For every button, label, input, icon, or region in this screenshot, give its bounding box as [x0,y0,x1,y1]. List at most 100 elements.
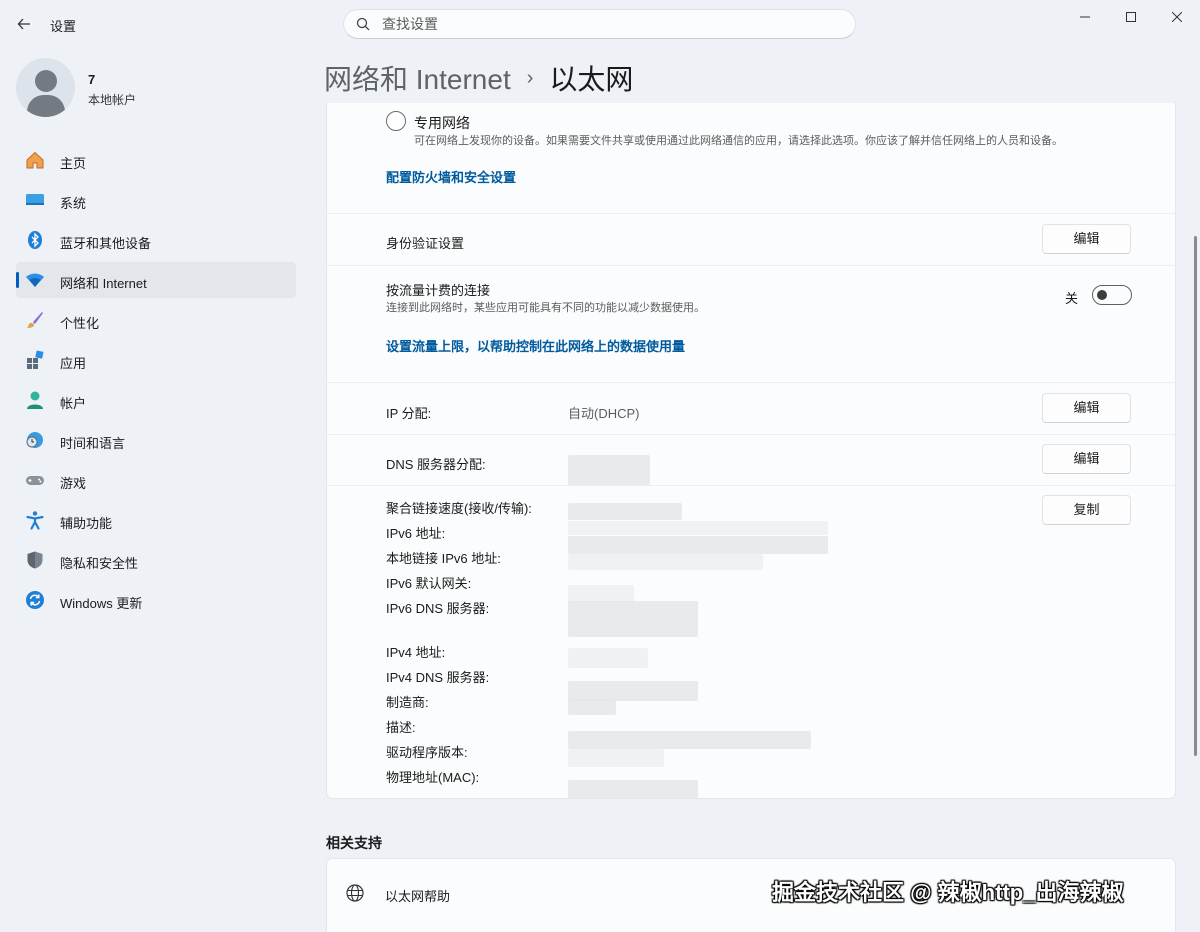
redacted-value [568,554,763,570]
profile-name: 7 [88,72,96,87]
back-button[interactable] [10,10,38,38]
app-title: 设置 [50,19,77,34]
ethernet-help-label: 以太网帮助 [385,889,451,904]
sidebar-item-accessibility[interactable]: 辅助功能 [16,502,296,538]
redacted-value [568,731,811,749]
sidebar-item-label: 主页 [60,156,87,171]
auth-settings-label: 身份验证设置 [386,236,465,251]
property-label: IPv6 地址: [386,526,446,541]
minimize-icon [1080,16,1090,18]
private-network-label: 专用网络 [414,115,470,131]
system-icon [26,194,44,205]
search-box[interactable] [343,9,856,39]
sidebar-item-network[interactable]: 网络和 Internet [16,262,296,298]
close-button[interactable] [1154,4,1200,30]
metered-connection-description: 连接到此网络时，某些应用可能具有不同的功能以减少数据使用。 [386,302,705,314]
property-label: 制造商: [386,695,429,710]
auth-edit-button[interactable]: 编辑 [1042,224,1131,254]
divider [327,434,1176,435]
property-label: 本地链接 IPv6 地址: [386,551,501,566]
sidebar-item-label: 个性化 [60,316,100,331]
ip-assignment-label: IP 分配: [386,406,432,421]
sidebar-item-time-language[interactable]: 时间和语言 [16,422,296,458]
sidebar-item-windows-update[interactable]: Windows 更新 [16,582,296,618]
property-label: IPv4 DNS 服务器: [386,670,490,685]
firewall-settings-link[interactable]: 配置防火墙和安全设置 [386,167,516,186]
sidebar-item-gaming[interactable]: 游戏 [16,462,296,498]
metered-toggle-state: 关 [1065,291,1079,306]
sidebar-item-label: Windows 更新 [60,596,143,611]
bluetooth-icon [28,231,42,249]
search-input[interactable] [382,14,842,34]
property-label: 描述: [386,720,416,735]
accessibility-icon [26,511,44,530]
sidebar-item-label: 蓝牙和其他设备 [60,236,152,251]
shield-icon [27,551,43,569]
back-arrow-icon [17,18,30,30]
sidebar-item-bluetooth[interactable]: 蓝牙和其他设备 [16,222,296,258]
sidebar-item-home[interactable]: 主页 [16,142,296,178]
maximize-button[interactable] [1108,4,1154,30]
redacted-value [568,780,698,798]
sidebar-item-label: 时间和语言 [60,436,126,451]
sidebar-item-personalization[interactable]: 个性化 [16,302,296,338]
search-icon [356,17,370,31]
private-network-radio[interactable] [386,111,406,131]
brush-icon [27,312,43,328]
avatar [16,58,75,117]
account-icon [27,391,43,409]
private-network-description: 可在网络上发现你的设备。如果需要文件共享或使用通过此网络通信的应用，请选择此选项… [414,135,1063,147]
minimize-button[interactable] [1062,4,1108,30]
user-profile[interactable]: 7 本地帐户 [16,58,296,118]
dns-edit-button[interactable]: 编辑 [1042,444,1131,474]
metered-connection-label: 按流量计费的连接 [386,283,491,298]
home-icon [26,151,44,169]
redacted-value [568,749,664,767]
copy-properties-button[interactable]: 复制 [1042,495,1131,525]
sidebar-item-label: 游戏 [60,476,87,491]
divider [327,382,1176,383]
redacted-value [568,601,698,637]
time-language-icon [26,432,43,448]
ethernet-settings-card: 专用网络 可在网络上发现你的设备。如果需要文件共享或使用通过此网络通信的应用，请… [326,103,1176,799]
divider [327,265,1176,266]
close-icon [1172,12,1182,22]
sidebar-item-system[interactable]: 系统 [16,182,296,218]
redacted-value [568,455,650,485]
sidebar-item-accounts[interactable]: 帐户 [16,382,296,418]
property-label: IPv4 地址: [386,645,446,660]
scrollbar[interactable] [1194,236,1197,756]
sidebar-nav: 主页 系统 蓝牙和其他设备 网络和 Internet 个性化 应用 帐户 时间和… [16,142,296,622]
redacted-value [568,503,682,520]
breadcrumb: 网络和 Internet › 以太网 [324,58,633,98]
update-icon [26,591,44,609]
redacted-value [568,521,828,535]
divider [327,485,1176,486]
sidebar-item-apps[interactable]: 应用 [16,342,296,378]
divider [327,213,1176,214]
profile-account-type: 本地帐户 [88,93,137,107]
breadcrumb-separator: › [526,66,534,89]
sidebar-item-label: 帐户 [60,396,87,411]
watermark: 掘金技术社区 @ 辣椒http_出海辣椒 [772,880,1124,905]
sidebar-item-label: 应用 [60,356,87,371]
property-label: IPv6 默认网关: [386,576,472,591]
ip-edit-button[interactable]: 编辑 [1042,393,1131,423]
gamepad-icon [26,476,44,485]
maximize-icon [1126,12,1136,22]
sidebar-item-privacy-security[interactable]: 隐私和安全性 [16,542,296,578]
redacted-value [568,681,698,701]
data-limit-link[interactable]: 设置流量上限，以帮助控制在此网络上的数据使用量 [386,336,685,355]
breadcrumb-parent[interactable]: 网络和 Internet [324,58,511,98]
ip-assignment-value: 自动(DHCP) [568,406,640,421]
sidebar-item-label: 网络和 Internet [60,276,147,291]
property-label: 驱动程序版本: [386,745,468,760]
redacted-value [568,648,648,668]
property-label: 物理地址(MAC): [386,770,480,785]
sidebar-item-label: 隐私和安全性 [60,556,139,571]
metered-connection-toggle[interactable] [1092,285,1132,305]
dns-assignment-label: DNS 服务器分配: [386,457,486,472]
sidebar-item-label: 辅助功能 [60,516,113,531]
apps-icon [27,350,44,369]
page-title: 以太网 [549,64,634,95]
